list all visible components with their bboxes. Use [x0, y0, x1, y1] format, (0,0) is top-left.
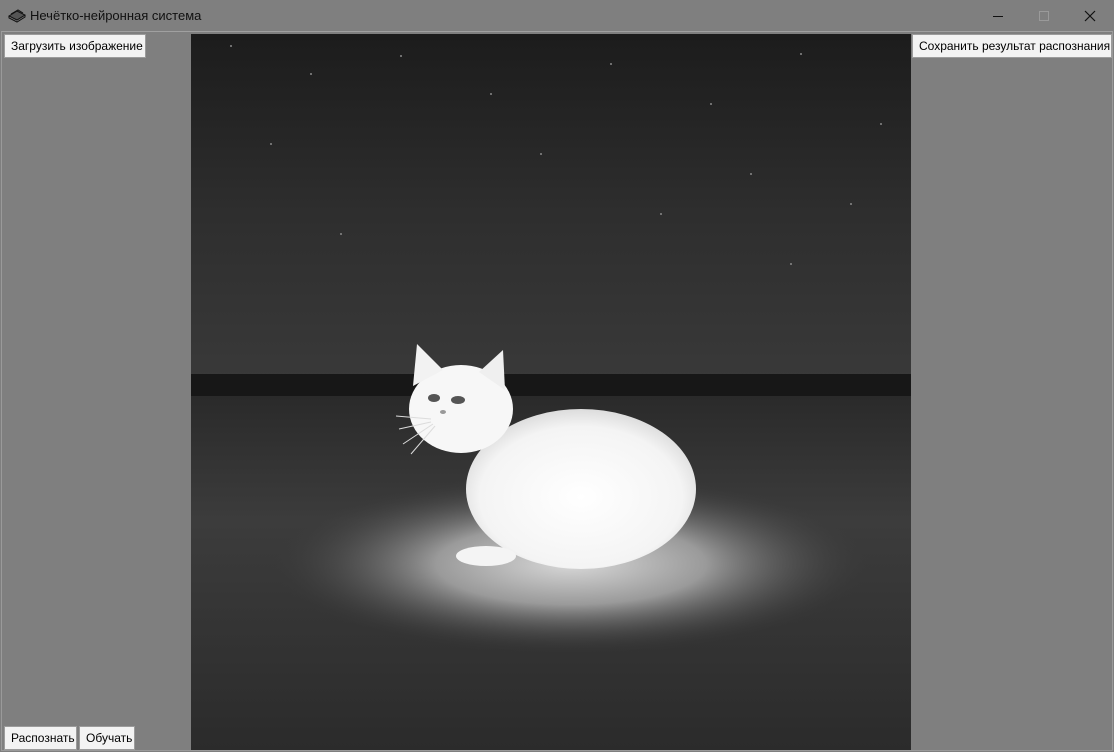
load-image-button[interactable]: Загрузить изображение: [4, 34, 146, 58]
recognize-button[interactable]: Распознать: [4, 726, 77, 750]
save-result-button[interactable]: Сохранить результат распознания: [912, 34, 1112, 58]
main-panel: Загрузить изображение Сохранить результа…: [1, 31, 1113, 751]
close-button[interactable]: [1067, 0, 1113, 31]
train-button[interactable]: Обучать: [79, 726, 135, 750]
title-bar: Нечётко-нейронная система: [0, 0, 1114, 31]
maximize-icon: [1038, 10, 1050, 22]
minimize-button[interactable]: [975, 0, 1021, 31]
close-icon: [1084, 10, 1096, 22]
kitten-image: [191, 34, 911, 750]
books-icon: [7, 7, 27, 23]
image-display: [191, 34, 911, 750]
minimize-icon: [992, 10, 1004, 22]
window-title: Нечётко-нейронная система: [30, 8, 202, 23]
maximize-button[interactable]: [1021, 0, 1067, 31]
